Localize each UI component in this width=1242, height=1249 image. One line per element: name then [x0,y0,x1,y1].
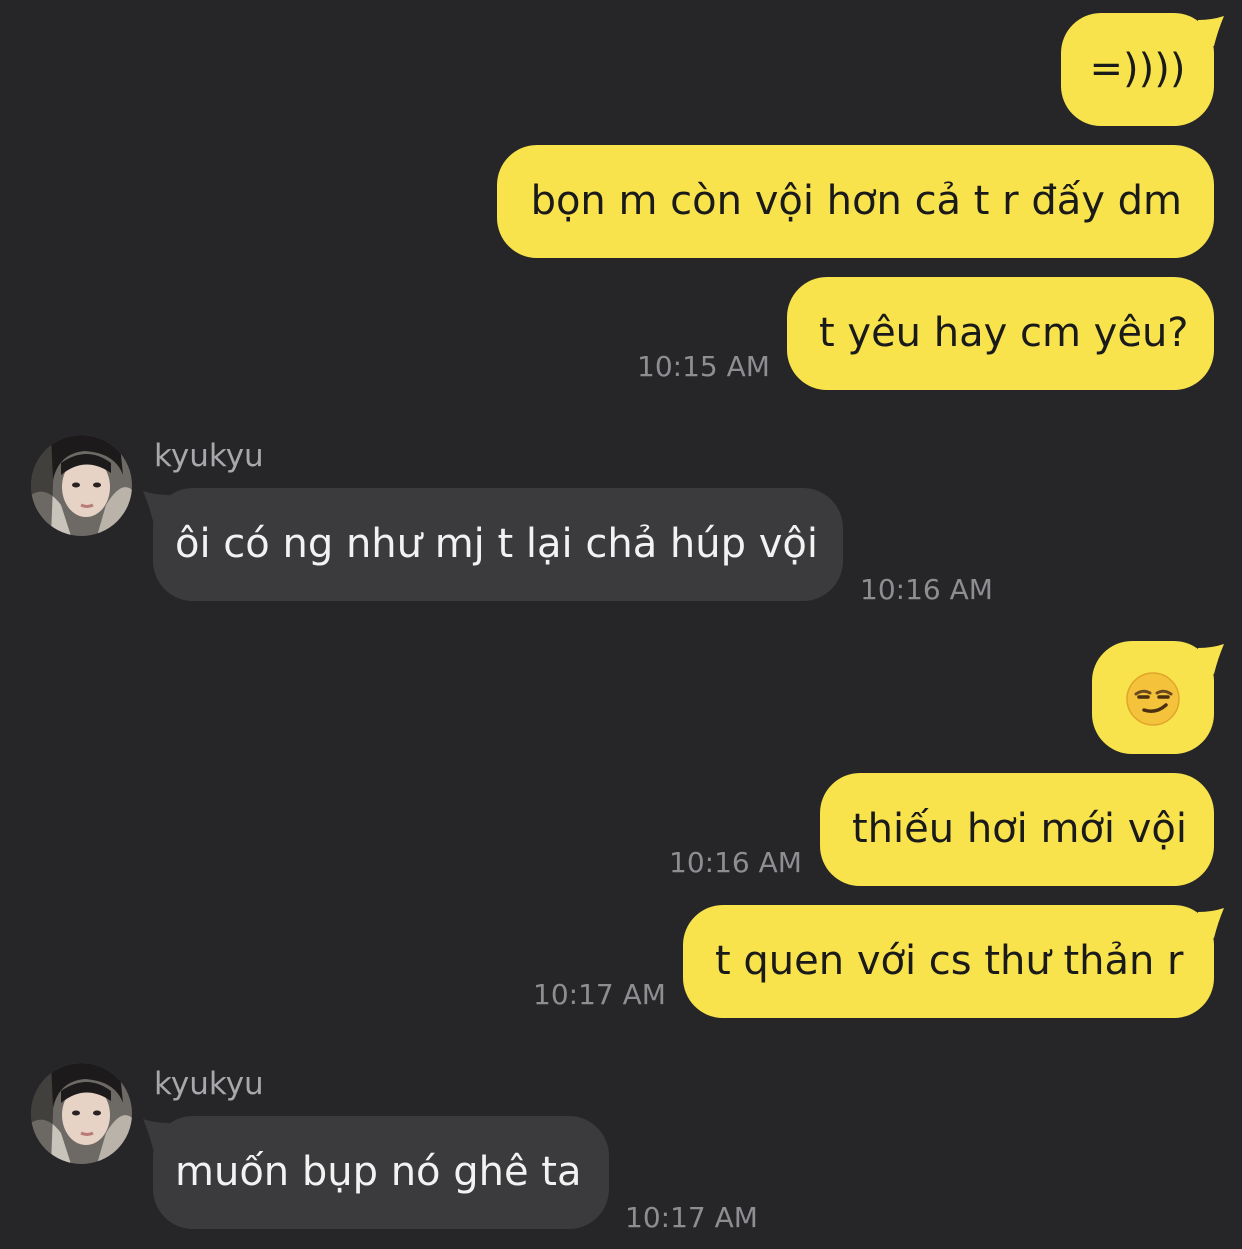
message-text: bọn m còn vội hơn cả t r đấy dm [530,178,1182,224]
bubble-tail-icon [1198,16,1224,46]
message-timestamp: 10:17 AM [625,1201,758,1234]
message-timestamp: 10:15 AM [637,350,770,383]
chat-thread: =)))) bọn m còn vội hơn cả t r đấy dm 10… [0,0,1242,1249]
outgoing-message-bubble[interactable]: t quen với cs thư thản r [683,905,1214,1018]
bubble-tail-icon [1198,644,1224,674]
message-text: t quen với cs thư thản r [715,938,1184,984]
incoming-message-bubble[interactable]: ôi có ng như mj t lại chả húp vội [153,488,843,601]
profile-photo-icon [31,435,132,536]
message-timestamp: 10:17 AM [533,978,666,1011]
message-text: thiếu hơi mới vội [852,806,1187,852]
incoming-message-bubble[interactable]: muốn bụp nó ghê ta [153,1116,609,1229]
outgoing-message-bubble[interactable] [1092,641,1214,754]
avatar[interactable] [31,1063,132,1164]
sender-name: kyukyu [154,438,264,474]
outgoing-message-bubble[interactable]: =)))) [1061,13,1214,126]
message-text: muốn bụp nó ghê ta [175,1149,582,1195]
message-text: =)))) [1089,46,1186,92]
message-text: ôi có ng như mj t lại chả húp vội [175,521,818,567]
message-timestamp: 10:16 AM [669,846,802,879]
outgoing-message-bubble[interactable]: bọn m còn vội hơn cả t r đấy dm [497,145,1214,258]
sender-name: kyukyu [154,1066,264,1102]
bubble-tail-icon [1198,908,1224,938]
avatar[interactable] [31,435,132,536]
outgoing-message-bubble[interactable]: t yêu hay cm yêu? [787,277,1214,390]
smirking-face-icon [1126,672,1180,726]
message-timestamp: 10:16 AM [860,573,993,606]
profile-photo-icon [31,1063,132,1164]
outgoing-message-bubble[interactable]: thiếu hơi mới vội [820,773,1214,886]
message-text: t yêu hay cm yêu? [819,310,1189,356]
